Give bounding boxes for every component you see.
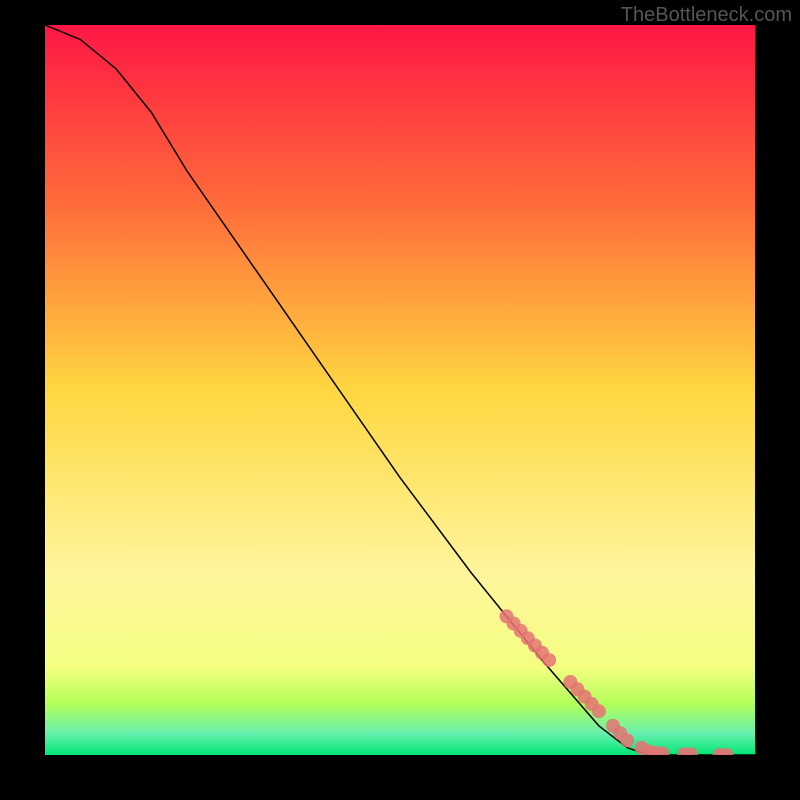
data-point xyxy=(592,704,606,718)
watermark-text: TheBottleneck.com xyxy=(621,4,792,27)
chart-svg xyxy=(45,25,755,755)
gradient-background xyxy=(45,25,755,755)
plot-area xyxy=(45,25,755,755)
data-point xyxy=(542,653,556,667)
data-point xyxy=(620,733,634,747)
chart-container: TheBottleneck.com xyxy=(0,0,800,800)
